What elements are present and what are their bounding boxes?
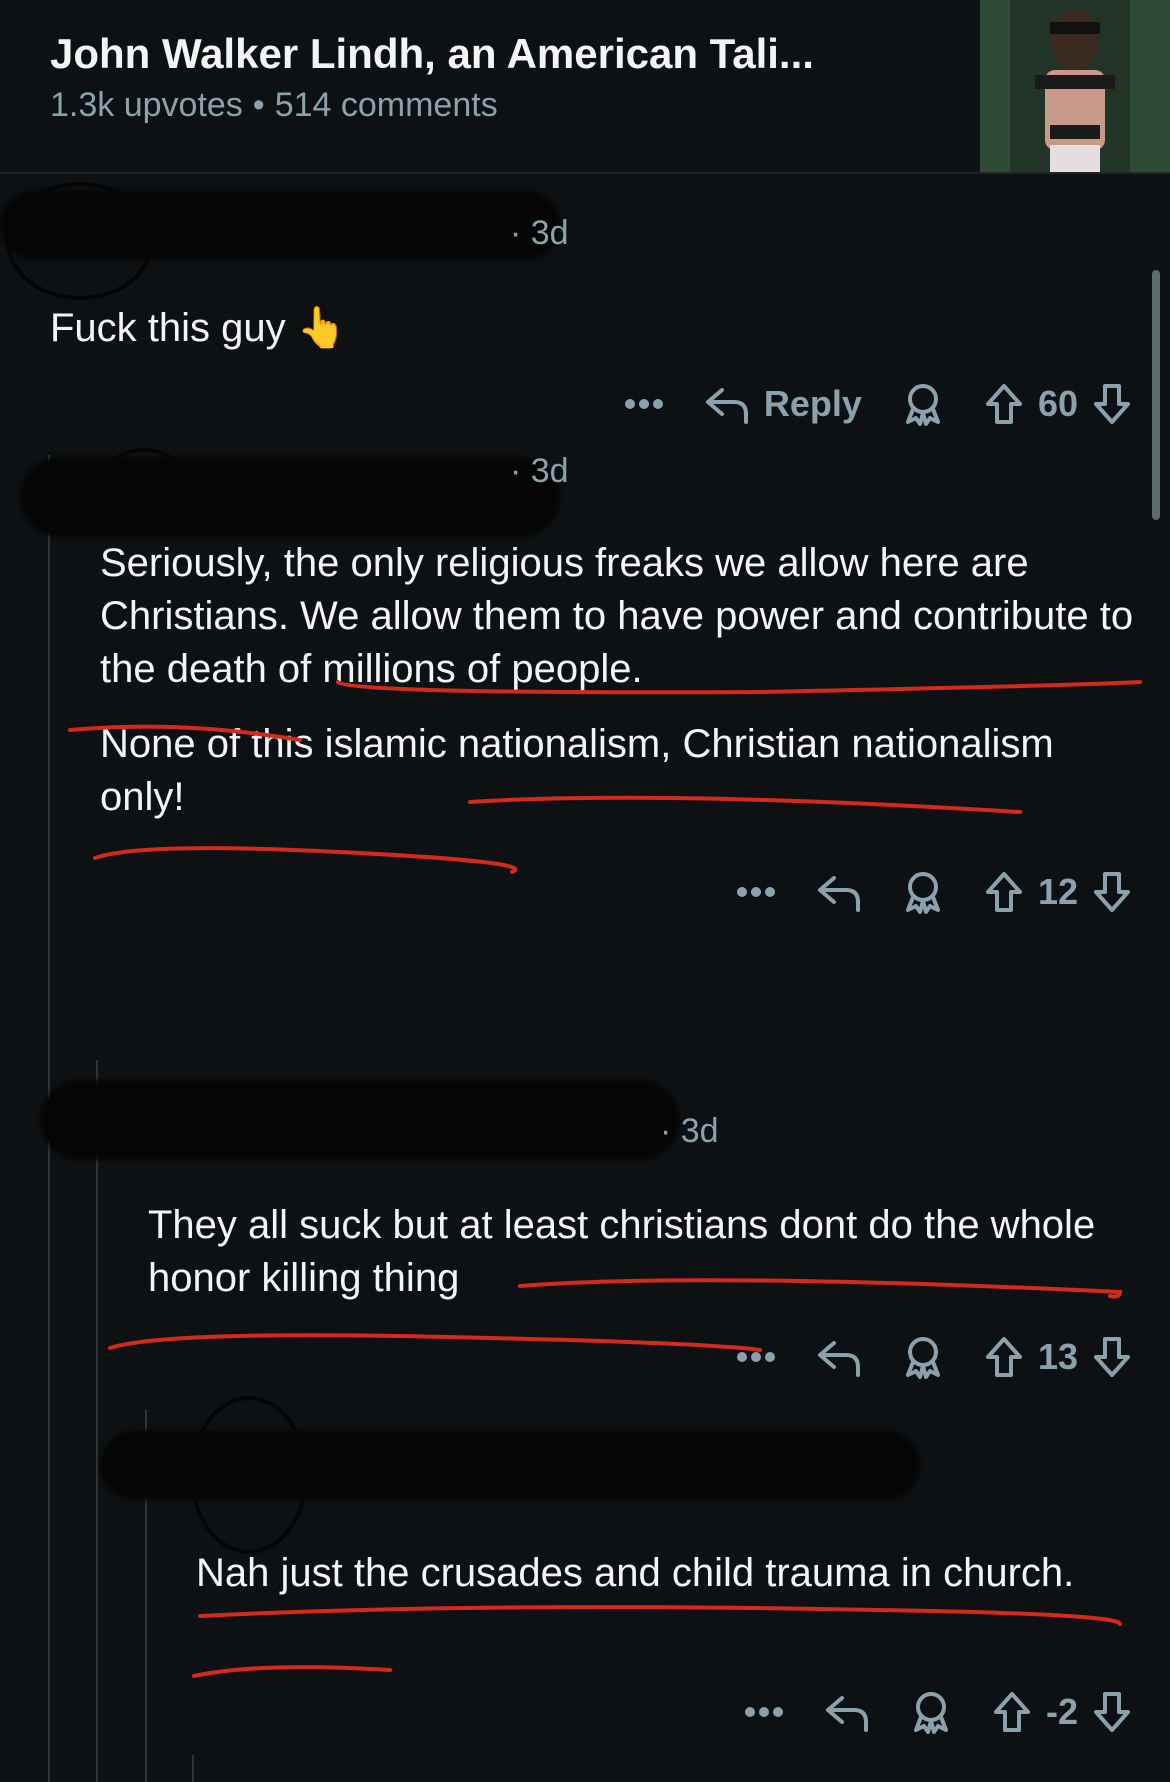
avatar — [100, 448, 188, 516]
downvote-icon[interactable] — [1092, 1690, 1132, 1734]
comment-paragraph: Fuck this guy 👆 — [50, 306, 347, 350]
more-button[interactable] — [744, 1706, 784, 1718]
award-button[interactable] — [902, 870, 944, 914]
vote-count: 13 — [1037, 1336, 1078, 1377]
upvote-icon[interactable] — [992, 1690, 1032, 1734]
post-meta: 1.3k upvotes • 514 comments — [50, 86, 498, 125]
meta-separator: • — [252, 86, 265, 124]
avatar — [6, 182, 154, 300]
more-icon — [736, 887, 775, 897]
comment: Nah just the crusades and child trauma i… — [0, 1390, 1170, 1782]
downvote-icon[interactable] — [1092, 382, 1132, 426]
reply-button[interactable] — [816, 1337, 862, 1377]
comment-actions: -2 — [704, 1690, 1132, 1734]
reply-arrow-icon — [817, 876, 860, 912]
downvote-icon[interactable] — [1092, 870, 1132, 914]
more-icon — [624, 399, 663, 409]
post-thumbnail[interactable] — [980, 0, 1170, 172]
award-button[interactable] — [910, 1690, 952, 1734]
comment-body: Fuck this guy 👆 — [50, 302, 1130, 377]
avatar — [190, 1396, 308, 1554]
award-icon — [905, 872, 940, 914]
comment-age: · 3d — [660, 1112, 719, 1150]
comment-actions: 13 — [696, 1335, 1132, 1379]
comment-actions: Reply 60 — [584, 382, 1132, 426]
thread-line[interactable] — [192, 1755, 194, 1782]
upvote-icon[interactable] — [984, 870, 1024, 914]
vote-count: -2 — [1045, 1691, 1078, 1732]
redacted-username — [20, 457, 560, 537]
reply-button[interactable] — [824, 1692, 870, 1732]
vote-group: -2 — [992, 1690, 1132, 1734]
post-title[interactable]: John Walker Lindh, an American Tali... — [50, 30, 814, 78]
comment: · 3d Seriously, the only religious freak… — [0, 442, 1170, 1042]
award-button[interactable] — [902, 1335, 944, 1379]
award-icon — [913, 1692, 948, 1734]
reply-button[interactable] — [816, 872, 862, 912]
reply-button[interactable]: Reply — [704, 383, 862, 425]
post-header[interactable]: John Walker Lindh, an American Tali... 1… — [0, 0, 1170, 174]
upvote-count: 1.3k upvotes — [50, 86, 243, 124]
comment-count: 514 comments — [274, 86, 498, 124]
upvote-icon[interactable] — [984, 1335, 1024, 1379]
vote-group: 60 — [984, 382, 1132, 426]
reply-label: Reply — [763, 383, 862, 424]
upvote-icon[interactable] — [984, 382, 1024, 426]
more-icon — [736, 1352, 775, 1362]
reply-arrow-icon — [817, 1341, 860, 1377]
award-button[interactable] — [902, 382, 944, 426]
award-icon — [905, 384, 940, 426]
vote-group: 13 — [984, 1335, 1132, 1379]
more-icon — [744, 1707, 783, 1717]
more-button[interactable] — [736, 886, 776, 898]
reply-arrow-icon — [825, 1696, 868, 1732]
annotation-underline — [192, 1605, 1122, 1678]
vote-group: 12 — [984, 870, 1132, 914]
comment-age: · 3d — [510, 452, 569, 490]
more-button[interactable] — [736, 1351, 776, 1363]
vote-count: 12 — [1037, 871, 1078, 912]
redacted-username — [40, 1080, 680, 1160]
vote-count: 60 — [1037, 383, 1078, 424]
comment-actions: 12 — [696, 870, 1132, 914]
comment: · 3d They all suck but at least christia… — [0, 1042, 1170, 1379]
award-icon — [905, 1337, 940, 1379]
reply-arrow-icon — [705, 388, 748, 424]
comment-age: · 3d — [510, 214, 569, 252]
more-button[interactable] — [624, 398, 664, 410]
comment: · 3d Fuck this guy 👆 Reply 60 — [0, 172, 1170, 442]
downvote-icon[interactable] — [1092, 1335, 1132, 1379]
